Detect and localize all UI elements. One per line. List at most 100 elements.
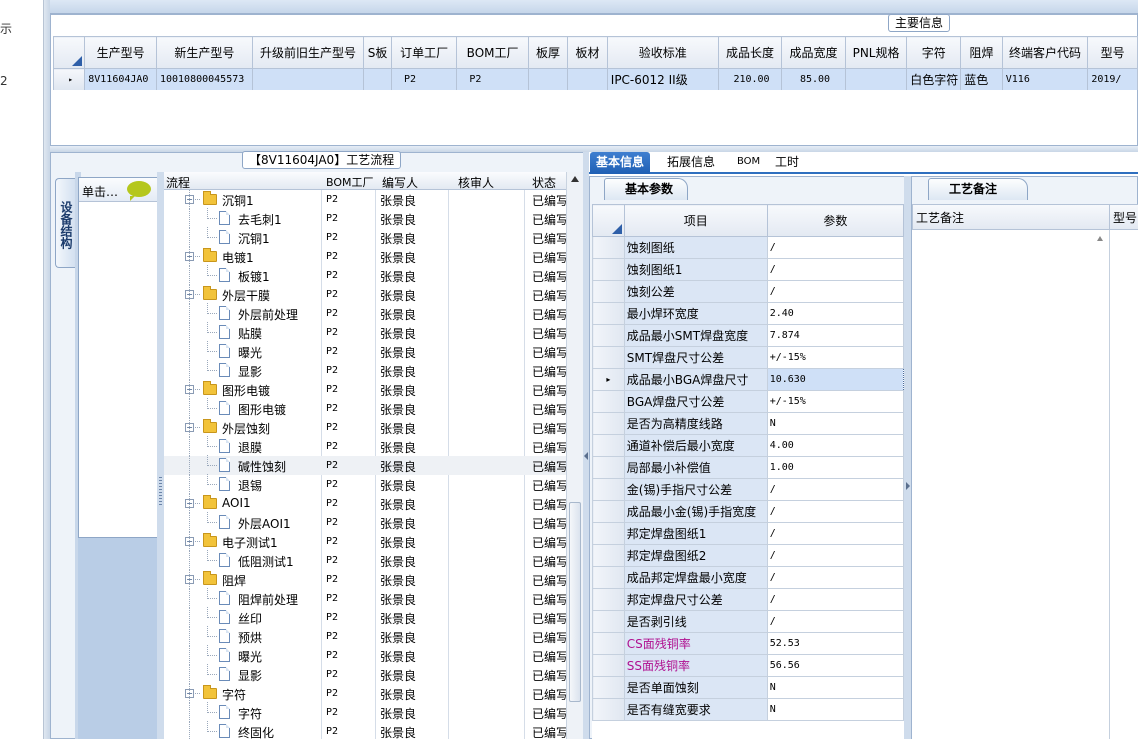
- tree-group-row[interactable]: − 电镀1 P2 张景良 已编写: [164, 247, 566, 266]
- param-value[interactable]: /: [766, 500, 904, 523]
- tree-scrollbar[interactable]: [566, 172, 583, 739]
- param-value[interactable]: /: [766, 478, 904, 501]
- tree-step-row[interactable]: 退膜 P2 张景良 已编写: [164, 436, 566, 456]
- param-value[interactable]: 7.874: [766, 324, 904, 347]
- params-row[interactable]: BGA焊盘尺寸公差 +/-15%: [592, 390, 904, 413]
- main-cell[interactable]: IPC-6012 II级: [606, 68, 719, 90]
- tree-col-bom[interactable]: BOM工厂: [326, 174, 374, 190]
- param-value[interactable]: /: [766, 566, 904, 589]
- process-notes-grid[interactable]: 工艺备注 型号: [912, 204, 1138, 739]
- main-cell[interactable]: V116: [1001, 68, 1089, 90]
- params-col-item[interactable]: 项目: [623, 204, 768, 237]
- main-cell[interactable]: P2: [456, 68, 529, 90]
- param-value[interactable]: 1.00: [766, 456, 904, 479]
- params-row[interactable]: SS面残铜率 56.56: [592, 654, 904, 677]
- tree-group-row[interactable]: − 沉铜1 P2 张景良 已编写: [164, 190, 566, 209]
- tree-step-row[interactable]: 字符 P2 张景良 已编写: [164, 702, 566, 722]
- main-col-header[interactable]: S板: [363, 36, 392, 69]
- main-col-header[interactable]: 字符: [906, 36, 962, 69]
- params-row[interactable]: 最小焊环宽度 2.40: [592, 302, 904, 325]
- main-col-header[interactable]: 型号: [1087, 36, 1138, 69]
- collapse-right-arrow-icon[interactable]: [906, 482, 910, 490]
- tree-step-row[interactable]: 贴膜 P2 张景良 已编写: [164, 322, 566, 342]
- params-row[interactable]: 邦定焊盘图纸2/: [592, 544, 904, 567]
- param-value[interactable]: 10.630: [766, 368, 904, 391]
- tree-step-row[interactable]: 低阻测试1 P2 张景良 已编写: [164, 550, 566, 570]
- tree-step-row[interactable]: 去毛刺1 P2 张景良 已编写: [164, 208, 566, 228]
- tree-group-row[interactable]: − 外层蚀刻 P2 张景良 已编写: [164, 418, 566, 437]
- tree-group-row[interactable]: − 字符 P2 张景良 已编写: [164, 684, 566, 703]
- main-col-header[interactable]: 升级前旧生产型号: [251, 36, 365, 69]
- param-value[interactable]: +/-15%: [766, 390, 904, 413]
- param-value[interactable]: N: [766, 698, 904, 721]
- basic-params-grid[interactable]: 项目 参数 蚀刻图纸 / 蚀刻图纸1/蚀刻公差 / 最小焊环宽度 2.40 成品最小SMT焊…: [592, 204, 904, 739]
- params-row[interactable]: CS面残铜率 52.53: [592, 632, 904, 655]
- process-tree[interactable]: 流程 BOM工厂 编写人 核审人 状态 − 沉铜1 P2 张景良 已编写 去毛刺1 P2 张景…: [164, 172, 566, 739]
- main-col-header[interactable]: 板材: [567, 36, 608, 69]
- main-cell[interactable]: [844, 68, 908, 90]
- params-grid-corner[interactable]: [592, 204, 625, 237]
- tree-step-row[interactable]: 外层AOI1 P2 张景良 已编写: [164, 512, 566, 532]
- params-row[interactable]: 成品邦定焊盘最小宽度 /: [592, 566, 904, 589]
- param-value[interactable]: N: [766, 676, 904, 699]
- main-col-header[interactable]: 成品长度: [717, 36, 783, 69]
- tree-step-row[interactable]: 显影 P2 张景良 已编写: [164, 360, 566, 380]
- tree-step-row[interactable]: 丝印 P2 张景良 已编写: [164, 607, 566, 627]
- param-value[interactable]: /: [766, 522, 904, 545]
- main-col-header[interactable]: 成品宽度: [781, 36, 846, 69]
- tree-step-row[interactable]: 沉铜1 P2 张景良 已编写: [164, 227, 566, 247]
- main-info-grid[interactable]: 生产型号 新生产型号 升级前旧生产型号 S板 订单工厂 BOM工厂 板厚 板材 验收标准 成品长度…: [53, 36, 1138, 90]
- params-row[interactable]: 成品最小SMT焊盘宽度 7.874: [592, 324, 904, 347]
- main-cell[interactable]: [251, 68, 365, 90]
- params-row[interactable]: SMT焊盘尺寸公差 +/-15%: [592, 346, 904, 369]
- tree-step-row[interactable]: 图形电镀 P2 张景良 已编写: [164, 398, 566, 418]
- tree-step-row[interactable]: 曝光 P2 张景良 已编写: [164, 341, 566, 361]
- params-row[interactable]: 是否单面蚀刻 N: [592, 676, 904, 699]
- main-cell[interactable]: [363, 68, 392, 90]
- main-cell[interactable]: [527, 68, 569, 90]
- tab-work-hours[interactable]: 工时: [769, 152, 805, 174]
- params-row[interactable]: ▸ 成品最小BGA焊盘尺寸 10.630: [592, 368, 904, 391]
- params-row[interactable]: 是否剥引线 /: [592, 610, 904, 633]
- scrollbar-thumb[interactable]: [569, 502, 581, 702]
- notes-col-model[interactable]: 型号: [1109, 204, 1138, 230]
- process-notes-title[interactable]: 工艺备注: [928, 178, 1029, 200]
- params-row[interactable]: 成品最小金(锡)手指宽度 /: [592, 500, 904, 523]
- param-value[interactable]: 56.56: [766, 654, 904, 677]
- main-cell[interactable]: 8V11604JA0: [84, 68, 157, 90]
- tree-step-row[interactable]: 外层前处理 P2 张景良 已编写: [164, 303, 566, 323]
- tree-step-row[interactable]: 退锡 P2 张景良 已编写: [164, 474, 566, 494]
- main-col-header[interactable]: 阻焊: [960, 36, 1003, 69]
- tree-step-row[interactable]: 显影 P2 张景良 已编写: [164, 664, 566, 684]
- tree-step-row[interactable]: 碱性蚀刻 P2 张景良 已编写: [164, 455, 566, 475]
- basic-params-title[interactable]: 基本参数: [604, 178, 689, 200]
- main-col-header[interactable]: 验收标准: [606, 36, 719, 69]
- params-row[interactable]: 蚀刻公差 /: [592, 280, 904, 303]
- param-value[interactable]: /: [766, 258, 904, 281]
- main-cell[interactable]: 210.00: [717, 68, 783, 90]
- main-cell[interactable]: 10010800045573: [155, 68, 253, 90]
- main-cell[interactable]: 白色字符: [906, 68, 962, 90]
- main-cell[interactable]: [567, 68, 608, 90]
- speech-bubble-icon[interactable]: [127, 181, 151, 201]
- main-cell[interactable]: 2019/: [1087, 68, 1138, 90]
- tree-group-row[interactable]: − 图形电镀 P2 张景良 已编写: [164, 380, 566, 399]
- main-col-header[interactable]: 新生产型号: [155, 36, 253, 69]
- tree-col-flow[interactable]: 流程: [166, 174, 190, 191]
- params-row[interactable]: 邦定焊盘尺寸公差 /: [592, 588, 904, 611]
- main-col-header[interactable]: 订单工厂: [390, 36, 458, 69]
- param-value[interactable]: N: [766, 412, 904, 435]
- main-col-header[interactable]: 生产型号: [84, 36, 157, 69]
- params-row[interactable]: 局部最小补偿值 1.00: [592, 456, 904, 479]
- param-value[interactable]: /: [766, 544, 904, 567]
- scroll-up-arrow-icon[interactable]: [571, 176, 579, 182]
- param-value[interactable]: /: [766, 588, 904, 611]
- params-row[interactable]: 邦定焊盘图纸1/: [592, 522, 904, 545]
- param-value[interactable]: /: [766, 610, 904, 633]
- tree-group-row[interactable]: − AOI1 P2 张景良 已编写: [164, 494, 566, 513]
- tree-group-row[interactable]: − 外层干膜 P2 张景良 已编写: [164, 285, 566, 304]
- tree-step-row[interactable]: 阻焊前处理 P2 张景良 已编写: [164, 588, 566, 608]
- param-value[interactable]: /: [766, 236, 904, 259]
- param-value[interactable]: 2.40: [766, 302, 904, 325]
- tree-step-row[interactable]: 曝光 P2 张景良 已编写: [164, 645, 566, 665]
